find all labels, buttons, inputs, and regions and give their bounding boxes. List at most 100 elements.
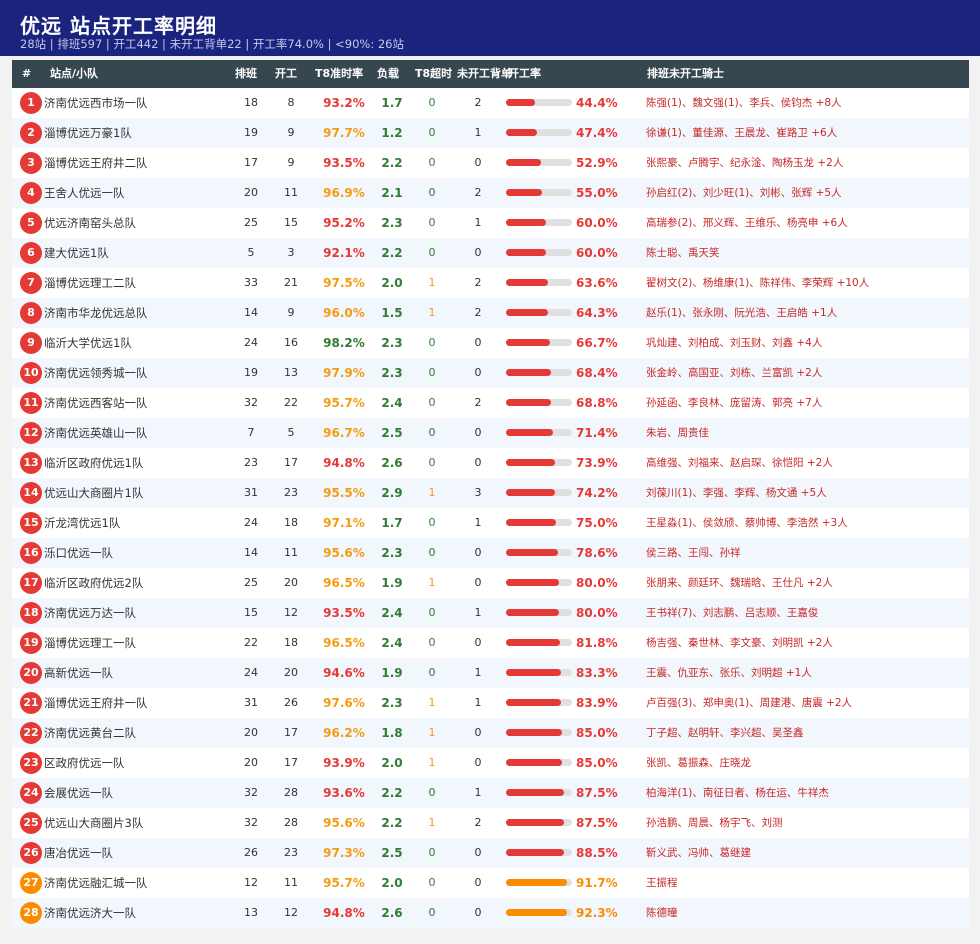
start-rate-bar-fill xyxy=(506,369,552,376)
t8-ontime-rate: 95.7% xyxy=(323,876,365,890)
start-rate: 68.4% xyxy=(576,366,618,380)
t8-ontime-rate: 95.2% xyxy=(323,216,365,230)
not-started-riders: 杨吉强、秦世林、李文豪、刘明凯 +2人 xyxy=(646,637,833,649)
start-rate-bar-fill xyxy=(506,249,546,256)
t8-ontime-rate: 94.6% xyxy=(323,666,365,680)
start-rate: 78.6% xyxy=(576,546,618,560)
rank-badge: 9 xyxy=(20,332,42,354)
start-rate-bar xyxy=(506,508,574,538)
not-started-backorders: 0 xyxy=(474,336,482,349)
start-rate: 88.5% xyxy=(576,846,618,860)
t8-timeout-count: 1 xyxy=(428,726,436,739)
not-started-backorders: 0 xyxy=(474,846,482,859)
not-started-riders: 朱岩、周贵佳 xyxy=(646,427,709,439)
start-rate-bar xyxy=(506,568,574,598)
start-rate-bar-fill xyxy=(506,219,546,226)
start-rate-bar-fill xyxy=(506,549,558,556)
start-rate-bar-fill xyxy=(506,609,559,616)
station-name: 济南优远英雄山一队 xyxy=(44,426,148,440)
started-count: 23 xyxy=(284,486,298,499)
load-value: 2.0 xyxy=(381,276,403,290)
start-rate: 80.0% xyxy=(576,576,618,590)
start-rate-bar-fill xyxy=(506,99,536,106)
started-count: 26 xyxy=(284,696,298,709)
t8-ontime-rate: 96.2% xyxy=(323,726,365,740)
table-row: 6 建大优远1队 5 3 92.1% 2.2 0 0 60.0% 陈士聪、禹天笑 xyxy=(12,238,969,268)
t8-timeout-count: 0 xyxy=(428,186,436,199)
started-count: 13 xyxy=(284,366,298,379)
table-row: 22 济南优远黄台二队 20 17 96.2% 1.8 1 0 85.0% 丁子超、赵明轩、李兴超… xyxy=(12,718,969,748)
start-rate-bar-fill xyxy=(506,639,560,646)
t8-timeout-count: 0 xyxy=(428,366,436,379)
station-name: 淄博优远王府井一队 xyxy=(44,696,148,710)
load-value: 2.3 xyxy=(381,696,403,710)
start-rate-bar-fill xyxy=(506,429,554,436)
station-name: 济南优远领秀城一队 xyxy=(44,366,148,380)
t8-ontime-rate: 96.7% xyxy=(323,426,365,440)
table-row: 1 济南优远西市场一队 18 8 93.2% 1.7 0 2 44.4% 陈强(1)、魏文强(1)… xyxy=(12,88,969,118)
load-value: 1.7 xyxy=(381,516,403,530)
start-rate-bar-fill xyxy=(506,189,543,196)
t8-timeout-count: 0 xyxy=(428,396,436,409)
not-started-riders: 丁子超、赵明轩、李兴超、吴圣鑫 xyxy=(646,727,804,739)
t8-ontime-rate: 95.5% xyxy=(323,486,365,500)
t8-timeout-count: 1 xyxy=(428,486,436,499)
t8-ontime-rate: 93.5% xyxy=(323,156,365,170)
start-rate-bar xyxy=(506,718,574,748)
table-row: 28 济南优远济大一队 13 12 94.8% 2.6 0 0 92.3% 陈德曈 xyxy=(12,898,969,928)
start-rate: 83.3% xyxy=(576,666,618,680)
t8-ontime-rate: 95.6% xyxy=(323,816,365,830)
load-value: 2.0 xyxy=(381,876,403,890)
start-rate-bar xyxy=(506,898,574,928)
start-rate: 68.8% xyxy=(576,396,618,410)
start-rate: 91.7% xyxy=(576,876,618,890)
start-rate: 73.9% xyxy=(576,456,618,470)
start-rate-bar xyxy=(506,238,574,268)
load-value: 2.5 xyxy=(381,846,403,860)
table-body: 1 济南优远西市场一队 18 8 93.2% 1.7 0 2 44.4% 陈强(1)、魏文强(1)… xyxy=(12,88,969,928)
load-value: 2.4 xyxy=(381,636,403,650)
start-rate: 63.6% xyxy=(576,276,618,290)
rank-badge: 21 xyxy=(20,692,42,714)
load-value: 2.3 xyxy=(381,336,403,350)
t8-ontime-rate: 96.0% xyxy=(323,306,365,320)
report-header: 优远 站点开工率明细 28站 | 排班597 | 开工442 | 未开工背单22… xyxy=(0,0,980,56)
table-row: 24 会展优远一队 32 28 93.6% 2.2 0 1 87.5% 柏海洋(1)、南征日者、杨… xyxy=(12,778,969,808)
not-started-backorders: 0 xyxy=(474,636,482,649)
rank-badge: 25 xyxy=(20,812,42,834)
start-rate-bar xyxy=(506,208,574,238)
rank-badge: 12 xyxy=(20,422,42,444)
load-value: 2.6 xyxy=(381,456,403,470)
t8-timeout-count: 0 xyxy=(428,546,436,559)
station-name: 淄博优远王府井二队 xyxy=(44,156,148,170)
t8-timeout-count: 1 xyxy=(428,696,436,709)
start-rate-bar-fill xyxy=(506,489,555,496)
start-rate-bar xyxy=(506,388,574,418)
t8-ontime-rate: 96.5% xyxy=(323,636,365,650)
not-started-riders: 高瑞参(2)、邢义辉、王维乐、杨亮申 +6人 xyxy=(646,217,848,229)
t8-ontime-rate: 98.2% xyxy=(323,336,365,350)
col-pb: 排班 xyxy=(235,67,257,80)
start-rate-bar xyxy=(506,478,574,508)
rank-badge: 27 xyxy=(20,872,42,894)
load-value: 2.9 xyxy=(381,486,403,500)
load-value: 2.2 xyxy=(381,786,403,800)
col-riders: 排班未开工骑士 xyxy=(647,67,724,80)
table-row: 18 济南优远万达一队 15 12 93.5% 2.4 0 1 80.0% 王书祥(7)、刘志鹏、… xyxy=(12,598,969,628)
load-value: 1.7 xyxy=(381,96,403,110)
start-rate-bar xyxy=(506,298,574,328)
load-value: 2.4 xyxy=(381,606,403,620)
t8-ontime-rate: 97.7% xyxy=(323,126,365,140)
not-started-riders: 王震、仇亚东、张乐、刘明超 +1人 xyxy=(646,667,812,679)
start-rate-bar xyxy=(506,448,574,478)
start-rate: 92.3% xyxy=(576,906,618,920)
start-rate-bar xyxy=(506,148,574,178)
load-value: 2.2 xyxy=(381,816,403,830)
not-started-backorders: 0 xyxy=(474,576,482,589)
start-rate: 71.4% xyxy=(576,426,618,440)
not-started-backorders: 0 xyxy=(474,876,482,889)
start-rate-bar xyxy=(506,178,574,208)
not-started-riders: 张朋来、颜廷环、魏瑞晗、王仕凡 +2人 xyxy=(646,577,833,589)
t8-ontime-rate: 93.9% xyxy=(323,756,365,770)
rank-badge: 26 xyxy=(20,842,42,864)
